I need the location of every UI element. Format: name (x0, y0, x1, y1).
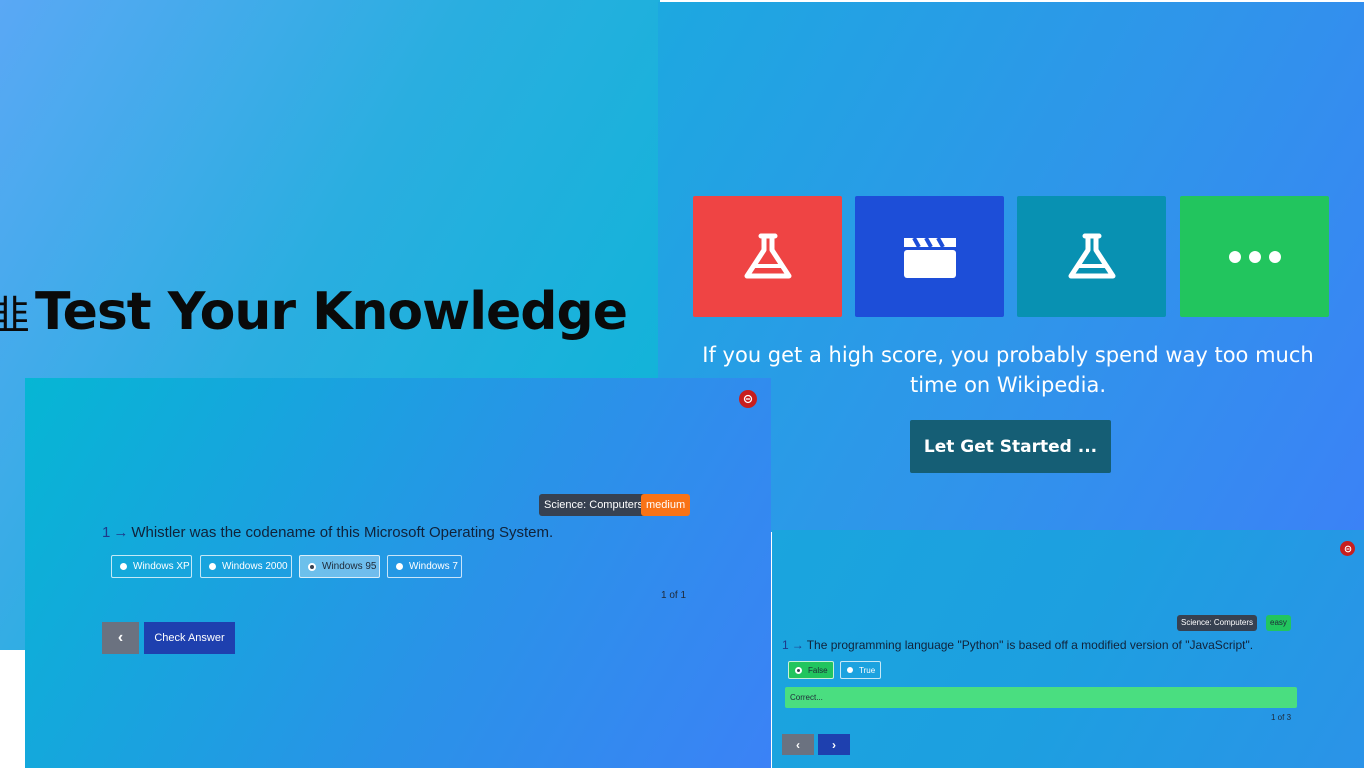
option-label: Windows XP (133, 561, 190, 572)
quiz-panel-small: Science: Computers easy 1 → The programmin… (772, 530, 1364, 768)
flask-icon (1068, 233, 1115, 278)
arrow-icon: → (791, 638, 804, 652)
back-button[interactable]: ‹ (102, 622, 139, 654)
category-tile-science-2[interactable] (1017, 196, 1166, 317)
question-counter: 1 of 3 (1271, 713, 1292, 722)
get-started-button[interactable]: Let Get Started ... (910, 420, 1111, 473)
question: 1 → The programming language "Python" is b… (782, 638, 1253, 652)
option-label: Windows 2000 (222, 561, 288, 572)
radio-icon (120, 563, 127, 570)
exit-icon[interactable] (1340, 541, 1355, 556)
page-title: 韭 Test Your Knowledge (0, 282, 628, 342)
option-windows-95[interactable]: Windows 95 (299, 555, 380, 578)
feedback-text: Correct... (790, 693, 823, 702)
radio-selected-icon (308, 562, 316, 571)
option-windows-xp[interactable]: Windows XP (111, 555, 192, 578)
category-badge: Science: Computers (1177, 615, 1258, 631)
page-title-text: Test Your Knowledge (35, 282, 628, 342)
arrow-icon: → (113, 524, 129, 541)
category-tile-film[interactable] (855, 196, 1004, 317)
option-label: False (808, 665, 828, 675)
question-text: Whistler was the codename of this Micros… (131, 524, 554, 541)
question-number: 1 (102, 524, 111, 541)
quiz-panel-main: Science: Computers medium 1 → Whistler was… (25, 378, 771, 768)
option-label: True (859, 665, 876, 675)
category-tile-science[interactable] (693, 196, 842, 317)
feedback-bar: Correct... (785, 687, 1297, 708)
radio-selected-icon (795, 666, 802, 674)
category-badge: Science: Computers (539, 494, 649, 516)
flask-icon (744, 233, 791, 278)
question-text: The programming language "Python" is bas… (806, 638, 1254, 652)
option-label: Windows 7 (409, 561, 458, 572)
prev-button[interactable]: ‹ (782, 734, 814, 755)
option-label: Windows 95 (322, 561, 377, 572)
check-answer-button[interactable]: Check Answer (144, 622, 235, 654)
difficulty-badge: medium (641, 494, 691, 516)
radio-icon (209, 563, 216, 570)
category-tile-more[interactable] (1180, 196, 1329, 317)
radio-icon (396, 563, 403, 570)
clapperboard-icon (903, 236, 956, 278)
next-button[interactable]: › (818, 734, 850, 755)
logo-glyph: 韭 (0, 293, 30, 339)
option-true[interactable]: True (840, 661, 881, 679)
radio-icon (847, 667, 853, 673)
tagline: If you get a high score, you probably sp… (702, 343, 1314, 397)
question-number: 1 (782, 638, 789, 652)
more-dots-icon (1228, 250, 1281, 263)
option-false[interactable]: False (788, 661, 834, 679)
difficulty-badge: easy (1266, 615, 1291, 631)
question: 1 → Whistler was the codename of this Micr… (102, 524, 553, 541)
question-counter: 1 of 1 (661, 590, 687, 601)
exit-icon[interactable] (739, 390, 757, 408)
option-windows-7[interactable]: Windows 7 (387, 555, 462, 578)
option-windows-2000[interactable]: Windows 2000 (200, 555, 292, 578)
